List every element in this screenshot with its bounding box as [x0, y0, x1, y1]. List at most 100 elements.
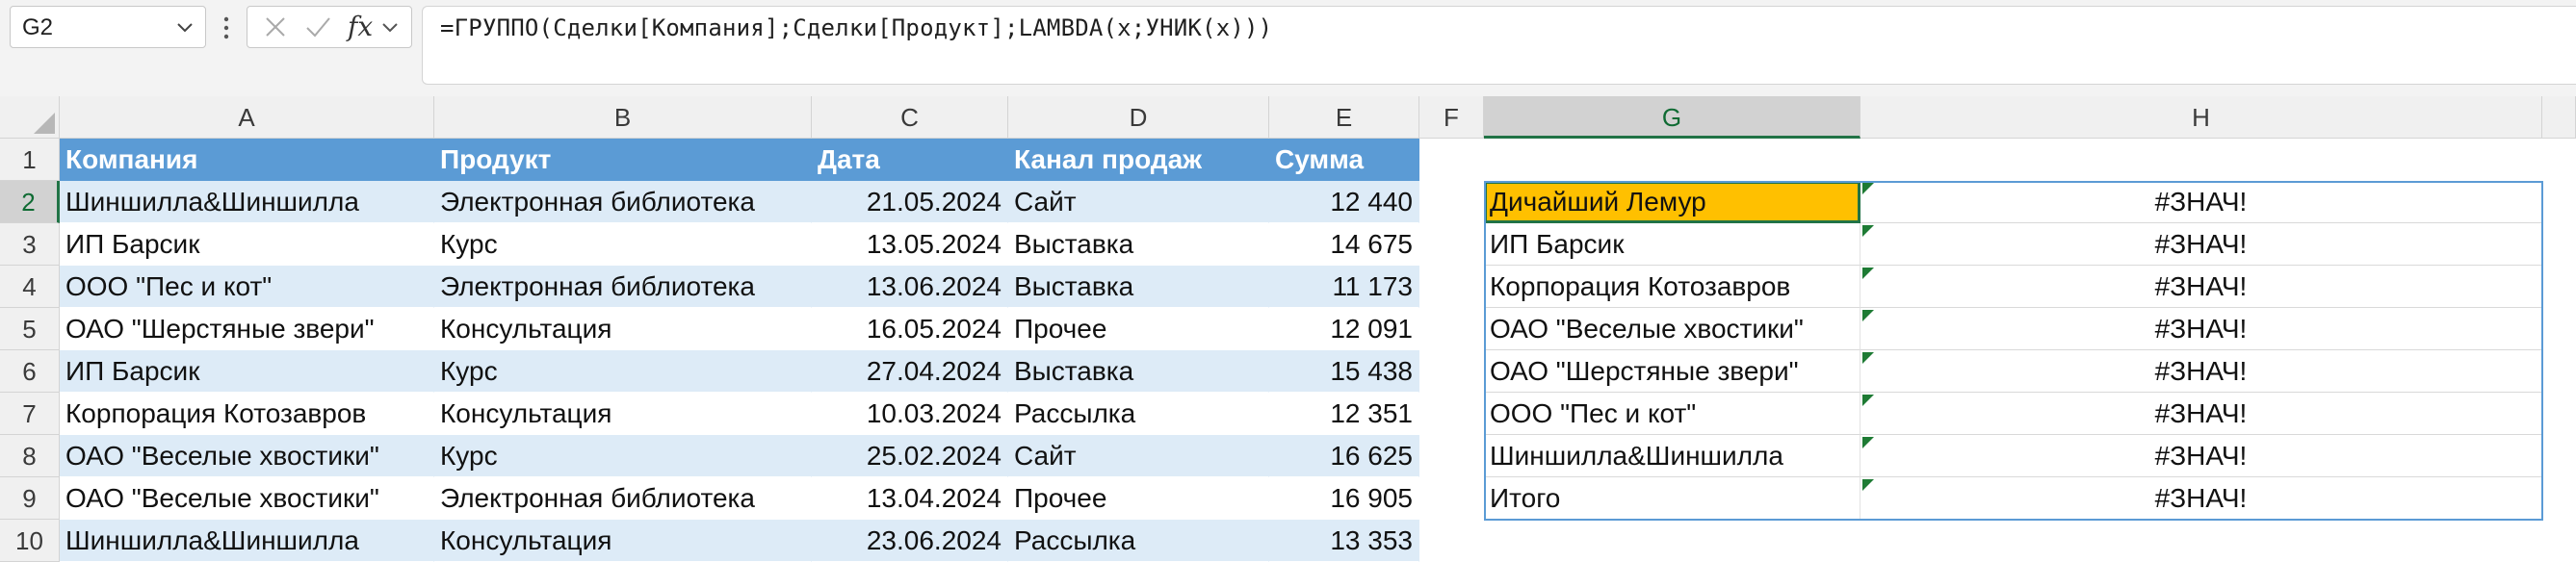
error-indicator-icon — [1862, 310, 1874, 321]
table-cell[interactable]: 16 625 — [1269, 435, 1419, 477]
row-header[interactable]: 8 — [0, 435, 60, 477]
table-cell[interactable]: Сайт — [1008, 181, 1269, 223]
result-cell[interactable]: Шиншилла&Шиншилла — [1484, 435, 1860, 477]
table-header-cell[interactable]: Продукт — [434, 139, 812, 181]
row-header[interactable]: 4 — [0, 266, 60, 308]
row-header[interactable]: 7 — [0, 393, 60, 435]
table-cell[interactable]: Курс — [434, 435, 812, 477]
table-cell[interactable]: Электронная библиотека — [434, 477, 812, 520]
table-cell[interactable]: 27.04.2024 — [812, 350, 1008, 393]
table-cell[interactable]: Консультация — [434, 393, 812, 435]
table-cell[interactable]: Консультация — [434, 308, 812, 350]
cancel-icon[interactable] — [261, 14, 290, 39]
name-box-value: G2 — [22, 14, 54, 40]
table-cell[interactable]: 11 173 — [1269, 266, 1419, 308]
table-cell[interactable]: Выставка — [1008, 266, 1269, 308]
confirm-icon[interactable] — [303, 14, 332, 39]
table-cell[interactable]: Сайт — [1008, 435, 1269, 477]
error-indicator-icon — [1862, 183, 1874, 194]
name-box[interactable]: G2 — [10, 6, 206, 48]
table-cell[interactable]: Выставка — [1008, 223, 1269, 266]
row-header[interactable]: 9 — [0, 477, 60, 520]
table-cell[interactable]: 14 675 — [1269, 223, 1419, 266]
table-cell[interactable]: 12 351 — [1269, 393, 1419, 435]
table-header-cell[interactable]: Канал продаж — [1008, 139, 1269, 181]
table-cell[interactable]: ИП Барсик — [60, 223, 434, 266]
more-options-icon[interactable] — [220, 13, 233, 42]
table-cell[interactable]: Курс — [434, 350, 812, 393]
error-cell[interactable]: #ЗНАЧ! — [1860, 181, 2542, 223]
table-cell[interactable]: Шиншилла&Шиншилла — [60, 181, 434, 223]
table-header-cell[interactable]: Сумма — [1269, 139, 1419, 181]
table-cell[interactable]: 23.06.2024 — [812, 520, 1008, 562]
formula-text: =ГРУППО(Сделки[Компания];Сделки[Продукт]… — [440, 14, 1273, 41]
table-cell[interactable]: Рассылка — [1008, 520, 1269, 562]
result-cell[interactable]: Корпорация Котозавров — [1484, 266, 1860, 308]
column-header-a[interactable]: A — [60, 96, 434, 139]
table-cell[interactable]: Выставка — [1008, 350, 1269, 393]
error-cell[interactable]: #ЗНАЧ! — [1860, 350, 2542, 393]
table-cell[interactable]: Прочее — [1008, 308, 1269, 350]
table-cell[interactable]: 16 905 — [1269, 477, 1419, 520]
table-cell[interactable]: Шиншилла&Шиншилла — [60, 520, 434, 562]
column-header-e[interactable]: E — [1269, 96, 1419, 139]
row-header[interactable]: 10 — [0, 520, 60, 562]
error-indicator-icon — [1862, 268, 1874, 279]
chevron-down-icon[interactable] — [174, 16, 195, 38]
row-header[interactable]: 5 — [0, 308, 60, 350]
column-header-d[interactable]: D — [1008, 96, 1269, 139]
table-cell[interactable]: Электронная библиотека — [434, 266, 812, 308]
column-header-c[interactable]: C — [812, 96, 1008, 139]
error-cell[interactable]: #ЗНАЧ! — [1860, 477, 2542, 520]
empty-cell[interactable] — [1419, 139, 1484, 562]
table-cell[interactable]: ОАО "Веселые хвостики" — [60, 477, 434, 520]
error-cell[interactable]: #ЗНАЧ! — [1860, 308, 2542, 350]
table-cell[interactable]: ИП Барсик — [60, 350, 434, 393]
row-header[interactable]: 1 — [0, 139, 60, 181]
table-cell[interactable]: Рассылка — [1008, 393, 1269, 435]
row-header[interactable]: 6 — [0, 350, 60, 393]
table-cell[interactable]: Курс — [434, 223, 812, 266]
error-cell[interactable]: #ЗНАЧ! — [1860, 266, 2542, 308]
active-cell[interactable]: Дичайший Лемур — [1484, 181, 1860, 223]
result-cell[interactable]: ИП Барсик — [1484, 223, 1860, 266]
chevron-down-icon[interactable] — [378, 14, 402, 39]
result-cell[interactable]: ОАО "Веселые хвостики" — [1484, 308, 1860, 350]
table-cell[interactable]: 16.05.2024 — [812, 308, 1008, 350]
select-all-button[interactable] — [0, 96, 60, 139]
error-cell[interactable]: #ЗНАЧ! — [1860, 435, 2542, 477]
table-cell[interactable]: 10.03.2024 — [812, 393, 1008, 435]
table-cell[interactable]: ОАО "Шерстяные звери" — [60, 308, 434, 350]
column-header-h[interactable]: H — [1860, 96, 2542, 139]
formula-input[interactable]: =ГРУППО(Сделки[Компания];Сделки[Продукт]… — [422, 6, 2576, 85]
table-cell[interactable]: ОАО "Веселые хвостики" — [60, 435, 434, 477]
table-cell[interactable]: 21.05.2024 — [812, 181, 1008, 223]
table-cell[interactable]: 25.02.2024 — [812, 435, 1008, 477]
table-cell[interactable]: 12 091 — [1269, 308, 1419, 350]
column-header-b[interactable]: B — [434, 96, 812, 139]
table-cell[interactable]: 13.05.2024 — [812, 223, 1008, 266]
column-header-g[interactable]: G — [1484, 96, 1860, 139]
result-cell[interactable]: ООО "Пес и кот" — [1484, 393, 1860, 435]
table-cell[interactable]: Корпорация Котозавров — [60, 393, 434, 435]
error-cell[interactable]: #ЗНАЧ! — [1860, 393, 2542, 435]
table-cell[interactable]: ООО "Пес и кот" — [60, 266, 434, 308]
column-header-f[interactable]: F — [1419, 96, 1484, 139]
table-cell[interactable]: Прочее — [1008, 477, 1269, 520]
table-cell[interactable]: Электронная библиотека — [434, 181, 812, 223]
table-cell[interactable]: 12 440 — [1269, 181, 1419, 223]
row-header[interactable]: 2 — [0, 181, 60, 223]
insert-function-icon[interactable]: fx — [348, 11, 373, 42]
error-cell[interactable]: #ЗНАЧ! — [1860, 223, 2542, 266]
result-cell[interactable]: Итого — [1484, 477, 1860, 520]
row-header[interactable]: 3 — [0, 223, 60, 266]
table-header-cell[interactable]: Компания — [60, 139, 434, 181]
table-cell[interactable]: Консультация — [434, 520, 812, 562]
table-header-cell[interactable]: Дата — [812, 139, 1008, 181]
table-cell[interactable]: 13.06.2024 — [812, 266, 1008, 308]
table-cell[interactable]: 13.04.2024 — [812, 477, 1008, 520]
formula-actions: fx — [247, 6, 412, 48]
table-cell[interactable]: 15 438 — [1269, 350, 1419, 393]
result-cell[interactable]: ОАО "Шерстяные звери" — [1484, 350, 1860, 393]
table-cell[interactable]: 13 353 — [1269, 520, 1419, 562]
